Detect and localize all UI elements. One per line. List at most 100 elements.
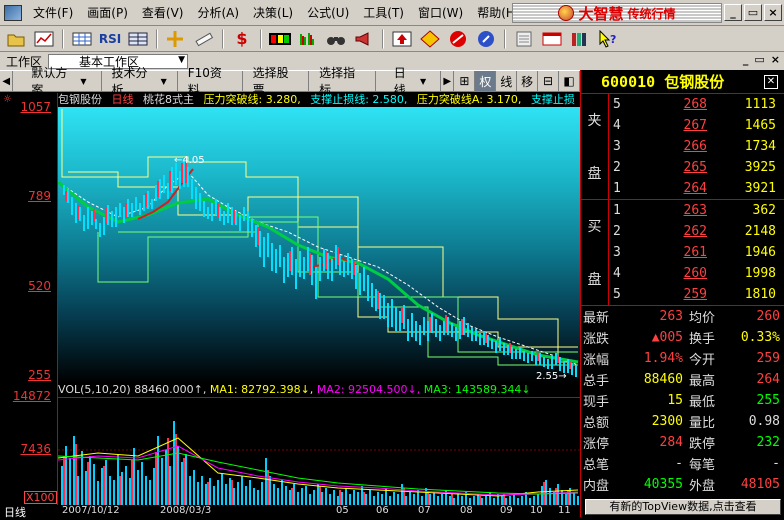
minimize-button[interactable]: _	[724, 4, 742, 21]
move-button[interactable]: 移	[517, 71, 539, 91]
tech-analysis-button[interactable]: 技术分析	[102, 66, 178, 97]
menu-analysis[interactable]: 分析(A)	[190, 4, 246, 21]
workspace-minimize-button[interactable]: _	[743, 53, 749, 66]
toolbar-separator	[156, 28, 158, 49]
brand-name: 大智慧	[578, 4, 624, 23]
menu-tools[interactable]: 工具(T)	[356, 4, 411, 21]
quote-header: 600010 包钢股份 ✕	[581, 70, 784, 94]
bid-price: 262	[683, 224, 707, 239]
stat-row: 总笔 - 每笔 -	[581, 453, 784, 474]
stat-value: 264	[756, 372, 780, 387]
stat-label: 总额	[583, 416, 610, 431]
help-pointer-icon[interactable]: ?	[596, 28, 620, 50]
ticker-icon[interactable]	[268, 28, 292, 50]
nav-right-icon[interactable]: ▶	[441, 71, 455, 91]
ruler-icon[interactable]	[192, 28, 216, 50]
notepad-icon[interactable]	[512, 28, 536, 50]
megaphone-icon[interactable]	[352, 28, 376, 50]
chart-icon[interactable]	[32, 28, 56, 50]
vol-ma3: MA3: 143589.344↓	[423, 383, 531, 396]
chart-settings-icon[interactable]: ☼	[3, 94, 12, 105]
bars-icon[interactable]	[296, 28, 320, 50]
ask-row[interactable]: 5 268 1113	[609, 94, 784, 115]
default-scheme-button[interactable]: 默认方案	[13, 66, 102, 97]
open-icon[interactable]	[4, 28, 28, 50]
indicator-line-3: 压力突破线A: 3.170,	[416, 93, 522, 106]
binoculars-icon[interactable]	[324, 28, 348, 50]
table-icon[interactable]	[126, 28, 150, 50]
window-controls: _ ▭ ×	[724, 4, 782, 21]
menu-formula[interactable]: 公式(U)	[300, 4, 356, 21]
volume-title-bar: VOL(5,10,20) 88460.000↑, MA1: 82792.398↓…	[58, 383, 580, 397]
ask-price: 264	[683, 181, 707, 196]
bid-row[interactable]: 2 262 2148	[609, 221, 784, 242]
menu-screen[interactable]: 画面(P)	[80, 4, 135, 21]
info-icon[interactable]	[474, 28, 498, 50]
books-icon[interactable]	[568, 28, 592, 50]
period-select[interactable]: 日线	[376, 66, 442, 97]
window-icon[interactable]	[540, 28, 564, 50]
bid-row[interactable]: 5 259 1810	[609, 284, 784, 305]
workspace-restore-button[interactable]: ▭	[754, 53, 764, 66]
layout-button[interactable]: ◧	[559, 71, 580, 91]
rights-adjust-button[interactable]: 权	[475, 71, 497, 91]
topview-button[interactable]: 有新的TopView数据,点击查看	[585, 499, 781, 515]
f10-button[interactable]: F10资料	[178, 66, 243, 97]
resistance-line	[61, 109, 578, 363]
bid-label-1: 买	[587, 219, 602, 236]
stat-label: 量比	[689, 416, 716, 431]
volume-chart[interactable]	[57, 397, 580, 506]
ask-level: 1	[613, 181, 621, 196]
menu-view[interactable]: 查看(V)	[135, 4, 191, 21]
bid-label: 买 盘	[581, 200, 609, 305]
close-button[interactable]: ×	[764, 4, 782, 21]
stat-value: 260	[756, 309, 780, 324]
pointer-plus-icon[interactable]	[164, 28, 188, 50]
nav-left-icon[interactable]: ◀	[0, 71, 14, 91]
ask-row[interactable]: 2 265 3925	[609, 157, 784, 178]
workspace-close-button[interactable]: ×	[771, 53, 780, 66]
toolbar-separator	[260, 28, 262, 49]
menu-file[interactable]: 文件(F)	[26, 4, 80, 21]
bid-row[interactable]: 4 260 1998	[609, 263, 784, 284]
stat-row: 总额 2300 量比 0.98	[581, 411, 784, 432]
zoom-button[interactable]: ⊟	[538, 71, 560, 91]
stat-row: 最新 263 均价 260	[581, 306, 784, 327]
function-bar: ◀ 默认方案 技术分析 F10资料 选择股票 选择指标 日线 ▶ ⊞ 权 线 移…	[0, 66, 580, 97]
restore-button[interactable]: ▭	[744, 4, 762, 21]
bid-row[interactable]: 3 261 1946	[609, 242, 784, 263]
x-axis-label: 2008/03/3	[160, 505, 212, 516]
bid-level: 5	[613, 287, 621, 302]
bid-level: 3	[613, 245, 621, 260]
app-icon[interactable]	[4, 4, 22, 21]
bid-rows: 1 263 362 2 262 2148 3 261 1946 4 260 1998 5 259 1810	[609, 200, 784, 305]
kline-chart[interactable]: ←4.05 2.55→	[57, 107, 580, 383]
ask-level: 2	[613, 160, 621, 175]
prohibit-icon[interactable]	[446, 28, 470, 50]
ask-vol: 1113	[744, 97, 776, 112]
stat-value: -	[675, 456, 683, 471]
line-button[interactable]: 线	[496, 71, 518, 91]
select-stock-button[interactable]: 选择股票	[243, 66, 310, 97]
x-axis-label: 2007/10/12	[62, 505, 120, 516]
rsi-icon[interactable]: RSI	[98, 28, 122, 50]
bid-label-2: 盘	[587, 271, 602, 288]
menu-window[interactable]: 窗口(W)	[411, 4, 470, 21]
grid-icon[interactable]	[70, 28, 94, 50]
select-indicator-button[interactable]: 选择指标	[309, 66, 376, 97]
ask-vol: 3921	[744, 181, 776, 196]
ask-row[interactable]: 3 266 1734	[609, 136, 784, 157]
close-icon[interactable]: ✕	[764, 74, 778, 89]
ask-row[interactable]: 1 264 3921	[609, 178, 784, 199]
price-tick: 520	[28, 279, 51, 293]
up-arrow-icon[interactable]	[390, 28, 414, 50]
crosshair-button[interactable]: ⊞	[454, 71, 476, 91]
diamond-icon[interactable]	[418, 28, 442, 50]
ask-row[interactable]: 4 267 1465	[609, 115, 784, 136]
x-axis-period: 日线	[4, 506, 26, 519]
bid-row[interactable]: 1 263 362	[609, 200, 784, 221]
menu-decision[interactable]: 决策(L)	[246, 4, 300, 21]
stat-label: 换手	[689, 332, 716, 347]
dollar-icon[interactable]: $	[230, 28, 254, 50]
stat-value: 232	[756, 435, 780, 450]
